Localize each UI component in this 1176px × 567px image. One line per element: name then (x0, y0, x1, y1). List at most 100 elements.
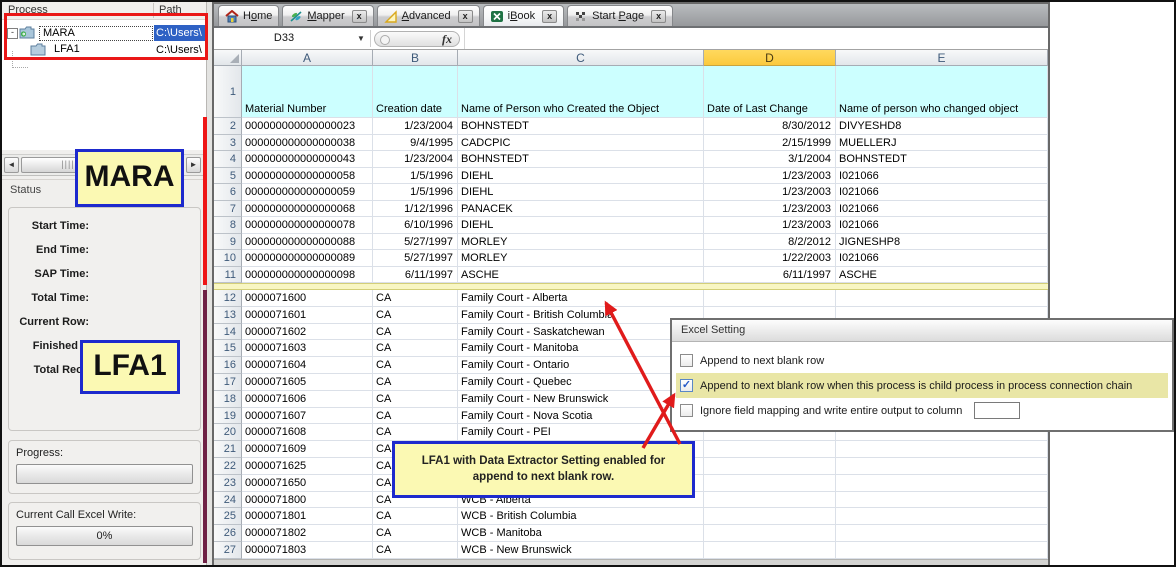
grid-cell[interactable]: CA (373, 340, 458, 357)
grid-cell[interactable]: Family Court - Quebec (458, 374, 704, 391)
grid-cell[interactable]: 0000071606 (242, 391, 373, 408)
column-letter-input[interactable] (974, 402, 1020, 419)
grid-cell[interactable]: Date of Last Change (704, 66, 836, 118)
grid-cell[interactable]: Family Court - Ontario (458, 357, 704, 374)
row-header[interactable]: 15 (214, 340, 242, 357)
tree-expander-icon[interactable]: - (7, 28, 18, 39)
grid-cell[interactable]: CA (373, 290, 458, 307)
row-header[interactable]: 1 (214, 66, 242, 118)
row-header[interactable]: 9 (214, 234, 242, 251)
grid-cell[interactable]: 1/23/2003 (704, 201, 836, 218)
grid-cell[interactable]: WCB - Manitoba (458, 525, 704, 542)
grid-cell[interactable]: DIEHL (458, 184, 704, 201)
column-header-D[interactable]: D (704, 50, 836, 66)
row-header[interactable]: 18 (214, 391, 242, 408)
tree-path-lfa1[interactable]: C:\Users\ (154, 42, 210, 58)
grid-cell[interactable]: 000000000000000078 (242, 217, 373, 234)
grid-cell[interactable]: 000000000000000089 (242, 250, 373, 267)
grid-cell[interactable]: WCB - British Columbia (458, 508, 704, 525)
grid-cell[interactable]: 1/5/1996 (373, 168, 458, 185)
grid-cell[interactable] (836, 492, 1048, 509)
checkbox-unchecked[interactable] (680, 354, 693, 367)
grid-cell[interactable]: 1/5/1996 (373, 184, 458, 201)
grid-cell[interactable]: PANACEK (458, 201, 704, 218)
grid-cell[interactable]: 000000000000000038 (242, 135, 373, 152)
row-header[interactable]: 24 (214, 492, 242, 509)
grid-cell[interactable]: 000000000000000023 (242, 118, 373, 135)
row-header[interactable]: 4 (214, 151, 242, 168)
grid-cell[interactable]: 1/23/2003 (704, 217, 836, 234)
grid-cell[interactable] (836, 508, 1048, 525)
grid-cell[interactable]: 2/15/1999 (704, 135, 836, 152)
grid-cell[interactable]: CA (373, 307, 458, 324)
tree-node-lfa1[interactable]: LFA1 (51, 43, 83, 56)
tab-advanced[interactable]: Advancedx (377, 5, 480, 26)
tab-mapper[interactable]: Mapperx (282, 5, 373, 26)
grid-cell[interactable]: 1/23/2003 (704, 168, 836, 185)
grid-cell[interactable] (836, 441, 1048, 458)
grid-cell[interactable]: 000000000000000043 (242, 151, 373, 168)
grid-cell[interactable]: 0000071802 (242, 525, 373, 542)
grid-cell[interactable]: DIEHL (458, 168, 704, 185)
grid-cell[interactable]: 0000071604 (242, 357, 373, 374)
checkbox-label[interactable]: Append to next blank row when this proce… (700, 380, 1132, 392)
grid-cell[interactable]: Family Court - Saskatchewan (458, 324, 704, 341)
grid-cell[interactable]: 8/2/2012 (704, 234, 836, 251)
row-header[interactable]: 10 (214, 250, 242, 267)
grid-cell[interactable]: Family Court - Alberta (458, 290, 704, 307)
grid-cell[interactable] (836, 458, 1048, 475)
grid-cell[interactable] (704, 290, 836, 307)
row-header[interactable]: 5 (214, 168, 242, 185)
grid-cell[interactable]: 5/27/1997 (373, 250, 458, 267)
grid-cell[interactable]: 1/22/2003 (704, 250, 836, 267)
checkbox-checked[interactable]: ✓ (680, 379, 693, 392)
checkbox-label[interactable]: Append to next blank row (700, 355, 824, 367)
grid-cell[interactable]: CA (373, 374, 458, 391)
grid-cell[interactable]: 1/12/1996 (373, 201, 458, 218)
tab-home[interactable]: Home (218, 5, 279, 26)
row-header[interactable]: 17 (214, 374, 242, 391)
grid-cell[interactable]: 000000000000000098 (242, 267, 373, 284)
grid-cell[interactable]: BOHNSTEDT (458, 151, 704, 168)
tab-ibook[interactable]: iBookx (483, 5, 565, 26)
grid-cell[interactable]: 0000071609 (242, 441, 373, 458)
select-all-corner[interactable] (214, 50, 242, 66)
grid-cell[interactable]: CA (373, 357, 458, 374)
grid-cell[interactable]: 0000071601 (242, 307, 373, 324)
grid-cell[interactable]: 6/11/1997 (704, 267, 836, 284)
grid-cell[interactable]: 0000071607 (242, 408, 373, 425)
grid-cell[interactable]: 000000000000000059 (242, 184, 373, 201)
grid-cell[interactable]: MORLEY (458, 234, 704, 251)
insert-function-control[interactable]: fx (374, 31, 460, 47)
grid-cell[interactable] (836, 542, 1048, 559)
grid-cell[interactable]: Family Court - British Columbia (458, 307, 704, 324)
grid-cell[interactable]: ASCHE (458, 267, 704, 284)
grid-cell[interactable]: 6/11/1997 (373, 267, 458, 284)
grid-cell[interactable] (836, 475, 1048, 492)
grid-cell[interactable]: I021066 (836, 217, 1048, 234)
checkbox-unchecked[interactable] (680, 404, 693, 417)
row-header[interactable]: 3 (214, 135, 242, 152)
row-header[interactable]: 25 (214, 508, 242, 525)
tree-row-lfa1[interactable]: LFA1 C:\Users\ (2, 42, 210, 59)
grid-cell[interactable]: MUELLERJ (836, 135, 1048, 152)
grid-cell[interactable] (836, 290, 1048, 307)
row-header[interactable]: 2 (214, 118, 242, 135)
row-header[interactable]: 7 (214, 201, 242, 218)
grid-cell[interactable]: 0000071803 (242, 542, 373, 559)
grid-cell[interactable] (836, 525, 1048, 542)
grid-cell[interactable]: 1/23/2004 (373, 151, 458, 168)
grid-cell[interactable]: Name of person who changed object (836, 66, 1048, 118)
column-header-C[interactable]: C (458, 50, 704, 66)
grid-cell[interactable] (704, 542, 836, 559)
grid-cell[interactable]: WCB - New Brunswick (458, 542, 704, 559)
row-header[interactable]: 12 (214, 290, 242, 307)
grid-cell[interactable] (704, 441, 836, 458)
row-header[interactable]: 22 (214, 458, 242, 475)
tree-row-mara[interactable]: - MARA C:\Users\ (2, 25, 210, 42)
grid-cell[interactable]: 0000071650 (242, 475, 373, 492)
grid-cell[interactable]: CA (373, 391, 458, 408)
grid-cell[interactable]: BOHNSTEDT (458, 118, 704, 135)
grid-cell[interactable]: 1/23/2003 (704, 184, 836, 201)
grid-cell[interactable]: 0000071800 (242, 492, 373, 509)
